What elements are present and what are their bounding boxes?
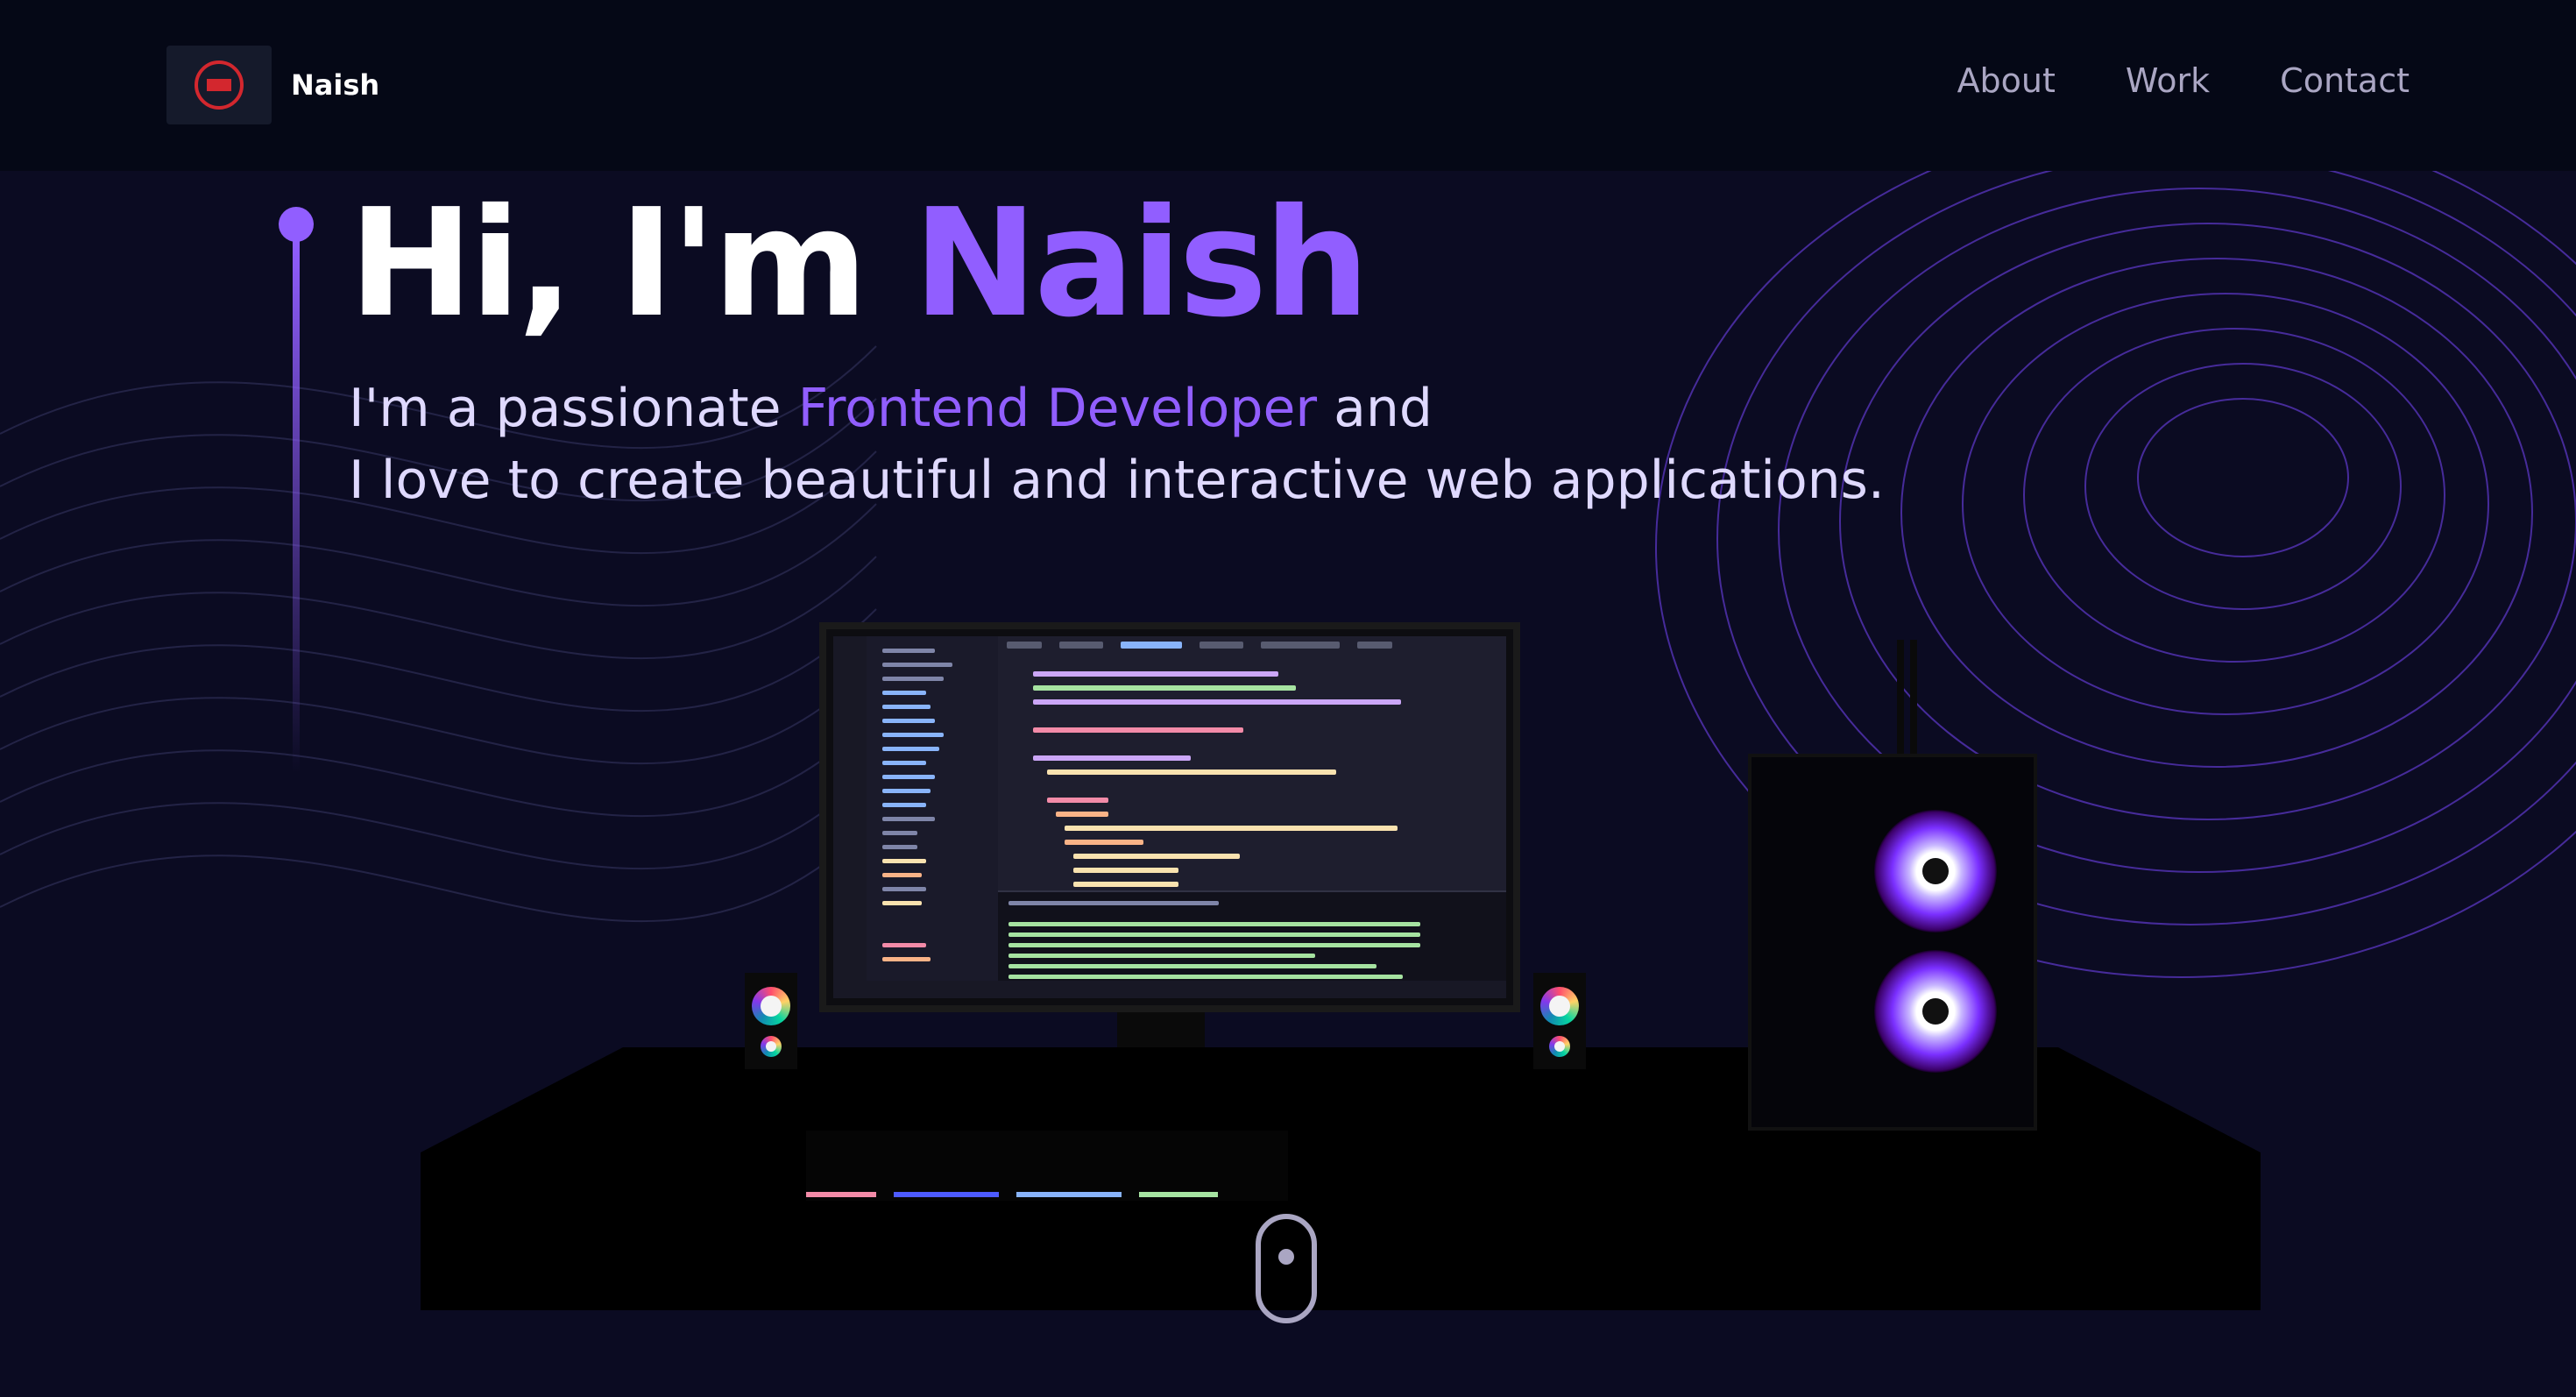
logo-core (207, 79, 231, 91)
hero-greeting: Hi, I'm (349, 177, 913, 351)
code-line (1073, 854, 1240, 859)
code-line (1065, 826, 1398, 831)
navbar: Naish About Work Contact (0, 0, 2576, 171)
rgb-keyboard (806, 1131, 1288, 1201)
subtitle-line2: I love to create beautiful and interacti… (349, 450, 1886, 511)
editor-file-explorer (867, 636, 998, 998)
editor-code-pane (998, 636, 1506, 890)
code-line (1065, 840, 1143, 845)
terminal-line (1008, 954, 1315, 958)
accent-dot (279, 207, 314, 242)
explorer-row (882, 775, 935, 779)
explorer-row (882, 691, 926, 695)
fan-hub (1922, 858, 1949, 884)
keyboard-rgb-strip (894, 1192, 999, 1197)
brand-name[interactable]: Naish (291, 68, 379, 102)
keyboard-rgb-strip (806, 1192, 876, 1197)
editor-tab (1121, 642, 1182, 649)
mouse-scroll-icon[interactable] (1256, 1214, 1317, 1323)
speaker-rgb-ring-small (1549, 1036, 1570, 1057)
subtitle-post: and (1317, 378, 1433, 439)
hero-accent-line (279, 207, 314, 777)
code-line (1056, 812, 1108, 817)
code-line (1047, 798, 1108, 803)
explorer-row (882, 649, 935, 653)
hero-title: Hi, I'm Naish (349, 189, 1369, 338)
speaker-left (745, 973, 797, 1069)
explorer-row (882, 677, 944, 681)
editor-tab (1200, 642, 1243, 649)
nav-link-work[interactable]: Work (2126, 61, 2210, 100)
speaker-rgb-ring-small (761, 1036, 782, 1057)
router-antenna (1897, 640, 1904, 762)
explorer-row (882, 663, 952, 667)
explorer-row (882, 719, 935, 723)
editor-tab (1059, 642, 1103, 649)
editor-tab (1261, 642, 1340, 649)
explorer-row (882, 747, 939, 751)
explorer-row (882, 943, 926, 947)
code-line (1033, 699, 1401, 705)
explorer-row (882, 817, 935, 821)
speaker-rgb-ring (1540, 987, 1579, 1025)
code-editor-screen (833, 636, 1506, 998)
explorer-row (882, 845, 917, 849)
monitor (819, 622, 1520, 1012)
explorer-row (882, 733, 944, 737)
rgb-fan (1874, 810, 1997, 933)
subtitle-role: Frontend Developer (797, 378, 1318, 439)
explorer-row (882, 761, 926, 765)
rgb-fan (1874, 950, 1997, 1073)
code-line (1047, 769, 1336, 775)
router-antenna (1910, 640, 1917, 762)
code-line (1033, 755, 1191, 761)
explorer-row (882, 789, 931, 793)
keyboard-rgb-strip (1139, 1192, 1218, 1197)
terminal-line (1008, 975, 1403, 979)
editor-terminal (998, 890, 1506, 989)
computer-scene-canvas[interactable] (421, 613, 2261, 1315)
explorer-row (882, 831, 917, 835)
editor-status-bar (833, 981, 1506, 998)
editor-tab (1007, 642, 1042, 649)
nav-link-contact[interactable]: Contact (2280, 61, 2410, 100)
logo-icon[interactable] (166, 46, 272, 124)
terminal-line (1008, 922, 1420, 926)
hero-name: Naish (912, 177, 1369, 351)
terminal-line (1008, 901, 1219, 905)
scroll-dot (1278, 1249, 1294, 1265)
speaker-right (1533, 973, 1586, 1069)
accent-gradient-line (293, 238, 300, 773)
speaker-rgb-ring (752, 987, 790, 1025)
code-line (1033, 727, 1243, 733)
explorer-row (882, 873, 922, 877)
terminal-line (1008, 964, 1376, 968)
hero-subtitle: I'm a passionate Frontend Developer and I… (349, 372, 1885, 516)
explorer-row (882, 803, 926, 807)
terminal-line (1008, 933, 1420, 937)
logo-link[interactable]: Naish (166, 46, 379, 124)
fan-hub (1922, 998, 1949, 1025)
nav-links: About Work Contact (1957, 61, 2410, 100)
explorer-row (882, 705, 931, 709)
explorer-row (882, 901, 922, 905)
code-line (1033, 671, 1278, 677)
explorer-row (882, 859, 926, 863)
terminal-line (1008, 943, 1420, 947)
editor-tab (1357, 642, 1392, 649)
keyboard-rgb-strip (1016, 1192, 1122, 1197)
pc-tower (1748, 754, 2037, 1131)
monitor-stand (1117, 1012, 1205, 1047)
code-line (1073, 868, 1178, 873)
logo-ring (195, 60, 244, 110)
nav-link-about[interactable]: About (1957, 61, 2056, 100)
code-line (1033, 685, 1296, 691)
subtitle-pre: I'm a passionate (349, 378, 798, 439)
explorer-row (882, 957, 931, 961)
explorer-row (882, 887, 926, 891)
code-line (1073, 882, 1178, 887)
editor-activity-bar (833, 636, 867, 998)
